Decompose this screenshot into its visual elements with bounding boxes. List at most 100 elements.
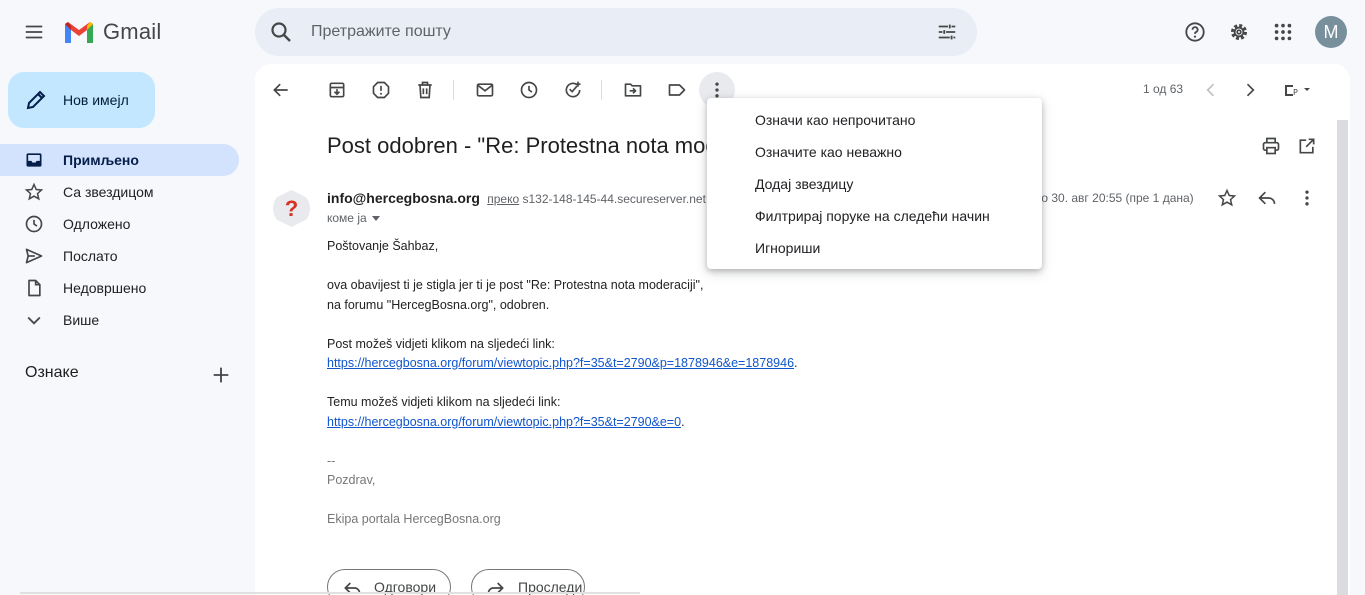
input-tools-button[interactable]: P	[1272, 72, 1322, 108]
sidebar-item-label: Одложено	[63, 216, 131, 232]
menu-item-mark-unread[interactable]: Означи као непрочитано	[707, 104, 1042, 136]
open-in-new-icon	[1299, 138, 1315, 154]
more-actions-menu: Означи као непрочитано Означите као нева…	[707, 98, 1042, 269]
search-icon[interactable]	[269, 20, 293, 44]
draft-icon	[28, 279, 41, 297]
sidebar-item-label: Више	[63, 312, 100, 328]
sender-avatar: ?	[273, 190, 310, 227]
post-link-intro: Post možeš vidjeti klikom na sljedeći li…	[327, 336, 555, 351]
sender-name[interactable]: info@hercegbosna.org	[327, 190, 480, 206]
label-icon	[668, 84, 686, 96]
help-icon	[1185, 22, 1205, 42]
sidebar-item-sent[interactable]: Послато	[0, 240, 239, 272]
sidebar-item-starred[interactable]: Са звездицом	[0, 176, 239, 208]
snooze-button[interactable]	[511, 72, 547, 108]
mark-unread-button[interactable]	[467, 72, 503, 108]
punctuation: .	[681, 414, 685, 429]
help-button[interactable]	[1175, 12, 1215, 52]
report-spam-button[interactable]	[363, 72, 399, 108]
add-task-icon	[565, 81, 581, 98]
mail-icon	[476, 83, 494, 97]
recipients-line[interactable]: коме ја	[327, 211, 381, 225]
signature-team: Ekipa portala HercegBosna.org	[327, 512, 501, 526]
body-line: na forumu "HercegBosna.org", odobren.	[327, 297, 550, 312]
print-icon	[1262, 137, 1280, 155]
delete-button[interactable]	[407, 72, 443, 108]
keyboard-language-icon: P	[1285, 85, 1310, 97]
send-icon	[25, 248, 43, 264]
reply-icon-button[interactable]	[1249, 180, 1285, 216]
open-new-window-button[interactable]	[1289, 128, 1325, 164]
to-label: коме ја	[327, 211, 367, 225]
hamburger-icon	[25, 25, 43, 39]
topic-link[interactable]: https://hercegbosna.org/forum/viewtopic.…	[327, 415, 681, 429]
signature-dashes: --	[327, 453, 336, 468]
star-email-button[interactable]	[1209, 180, 1245, 216]
menu-item-filter-messages[interactable]: Филтрирај поруке на следећи начин	[707, 200, 1042, 232]
create-label-button[interactable]	[205, 359, 237, 391]
labels-heading: Ознаке	[25, 364, 79, 381]
app-name: Gmail	[103, 19, 162, 44]
body-line: ova obavijest ti je stigla jer ti je pos…	[327, 278, 704, 292]
via-label[interactable]: преко	[487, 192, 519, 206]
punctuation: .	[794, 356, 798, 370]
print-all-button[interactable]	[1253, 128, 1289, 164]
sidebar-item-drafts[interactable]: Недовршено	[0, 272, 239, 304]
via-server: s132-148-145-44.secureserver.net	[522, 192, 706, 206]
search-bar[interactable]	[255, 8, 977, 56]
plus-icon	[213, 367, 229, 383]
more-vert-icon	[715, 82, 719, 98]
menu-item-mute[interactable]: Игнориши	[707, 232, 1042, 264]
main-menu-button[interactable]	[14, 12, 54, 52]
svg-text:P: P	[1293, 88, 1298, 97]
folder-move-icon	[624, 83, 642, 97]
star-icon	[24, 182, 44, 201]
menu-item-mark-not-important[interactable]: Означите као неважно	[707, 136, 1042, 168]
sidebar-item-label: Примљено	[63, 152, 139, 168]
menu-item-add-star[interactable]: Додај звездицу	[707, 168, 1042, 200]
caret-down-icon[interactable]	[371, 213, 381, 223]
email-subject: Post odobren - "Re: Protestna nota moder…	[327, 133, 707, 158]
chevron-left-icon	[1206, 83, 1215, 97]
move-to-button[interactable]	[615, 72, 651, 108]
report-icon	[372, 81, 390, 99]
chevron-down-icon	[27, 316, 41, 325]
account-avatar[interactable]: M	[1315, 16, 1347, 48]
trash-icon	[418, 81, 432, 99]
newer-button[interactable]	[1193, 72, 1229, 108]
toolbar-divider	[453, 80, 454, 100]
horizontal-scroll-track	[20, 592, 640, 594]
settings-button[interactable]	[1219, 12, 1259, 52]
topic-link-intro: Temu možeš vidjeti klikom na sljedeći li…	[327, 395, 561, 409]
email-body: Poštovanje Šahbaz, ova obavijest ti je s…	[327, 237, 798, 530]
gmail-logo[interactable]: Gmail	[63, 19, 161, 45]
apps-grid-icon	[1274, 23, 1292, 41]
tune-icon	[938, 24, 956, 40]
clock-icon	[520, 81, 538, 99]
archive-icon	[329, 82, 345, 98]
post-link[interactable]: https://hercegbosna.org/forum/viewtopic.…	[327, 356, 794, 370]
sidebar-item-inbox[interactable]: Примљено	[0, 144, 239, 176]
labels-button[interactable]	[659, 72, 695, 108]
gmail-m-icon	[65, 21, 93, 43]
sidebar-item-snoozed[interactable]: Одложено	[0, 208, 239, 240]
inbox-icon	[26, 153, 42, 167]
signature-greeting: Pozdrav,	[327, 473, 376, 487]
compose-button[interactable]: Нов имејл	[8, 72, 155, 128]
sidebar-item-label: Са звездицом	[63, 184, 154, 200]
archive-button[interactable]	[319, 72, 355, 108]
sidebar-item-more[interactable]: Више	[0, 304, 239, 336]
compose-label: Нов имејл	[63, 92, 129, 108]
search-input[interactable]	[311, 20, 911, 44]
star-icon	[1217, 188, 1237, 207]
back-button[interactable]	[263, 72, 299, 108]
toolbar-divider	[601, 80, 602, 100]
scrollbar[interactable]	[1337, 120, 1348, 595]
email-date: то 30. авг 20:55 (пре 1 дана)	[1036, 191, 1194, 205]
arrow-back-icon	[273, 83, 288, 97]
google-apps-button[interactable]	[1263, 12, 1303, 52]
older-button[interactable]	[1232, 72, 1268, 108]
search-options-button[interactable]	[927, 12, 967, 52]
add-to-tasks-button[interactable]	[555, 72, 591, 108]
message-more-button[interactable]	[1289, 180, 1325, 216]
